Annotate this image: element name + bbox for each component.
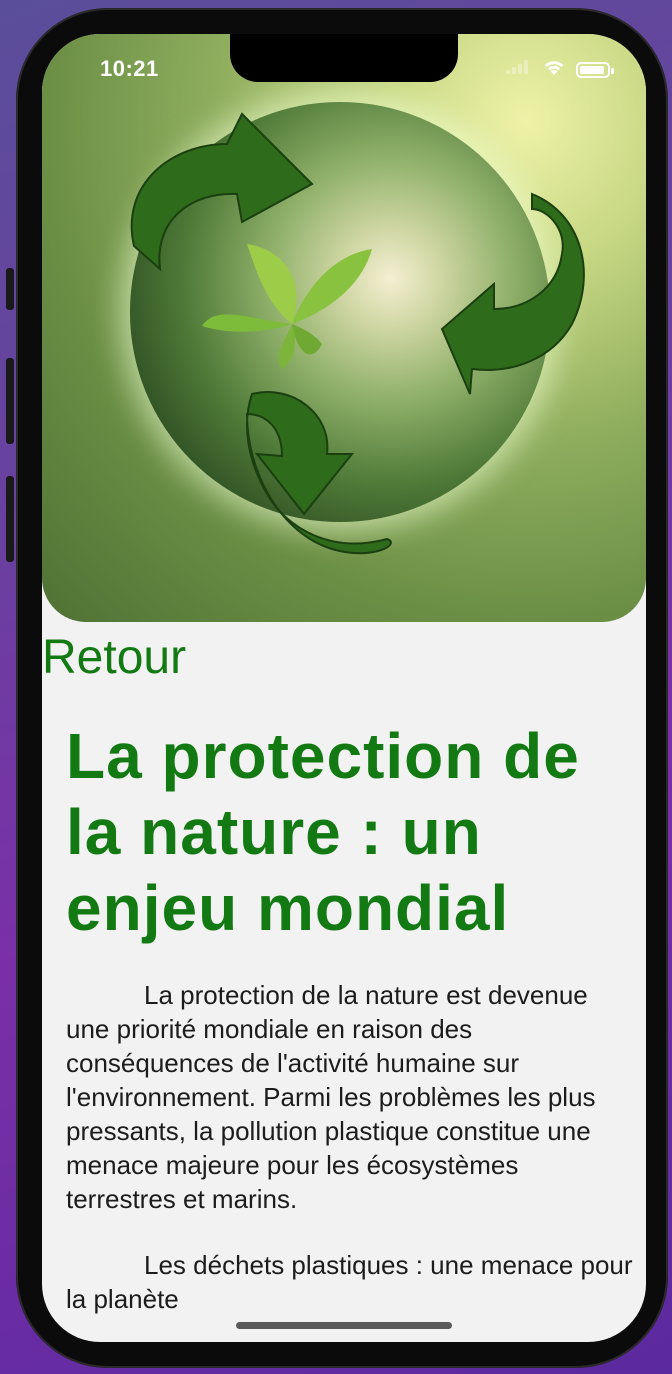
leaf-icon xyxy=(202,244,372,369)
hero-image xyxy=(42,34,646,622)
wifi-icon xyxy=(542,58,566,81)
volume-down-button xyxy=(6,476,14,562)
article-title: La protection de la nature : un enjeu mo… xyxy=(66,720,580,944)
signal-icon xyxy=(506,60,532,79)
silent-switch xyxy=(6,268,14,310)
status-time: 10:21 xyxy=(100,56,159,81)
article-subheading: Les déchets plastiques : une menace pour… xyxy=(66,1250,633,1314)
status-icons xyxy=(506,58,614,81)
recycling-arrows-icon xyxy=(130,112,585,555)
back-button[interactable]: Retour xyxy=(42,630,186,685)
battery-icon xyxy=(576,61,614,78)
home-indicator[interactable] xyxy=(236,1322,452,1329)
app-screen: Retour La protection de la nature : un e… xyxy=(42,34,646,1342)
article-paragraph: La protection de la nature est devenue u… xyxy=(66,980,596,1214)
notch xyxy=(230,34,458,82)
volume-up-button xyxy=(6,358,14,444)
